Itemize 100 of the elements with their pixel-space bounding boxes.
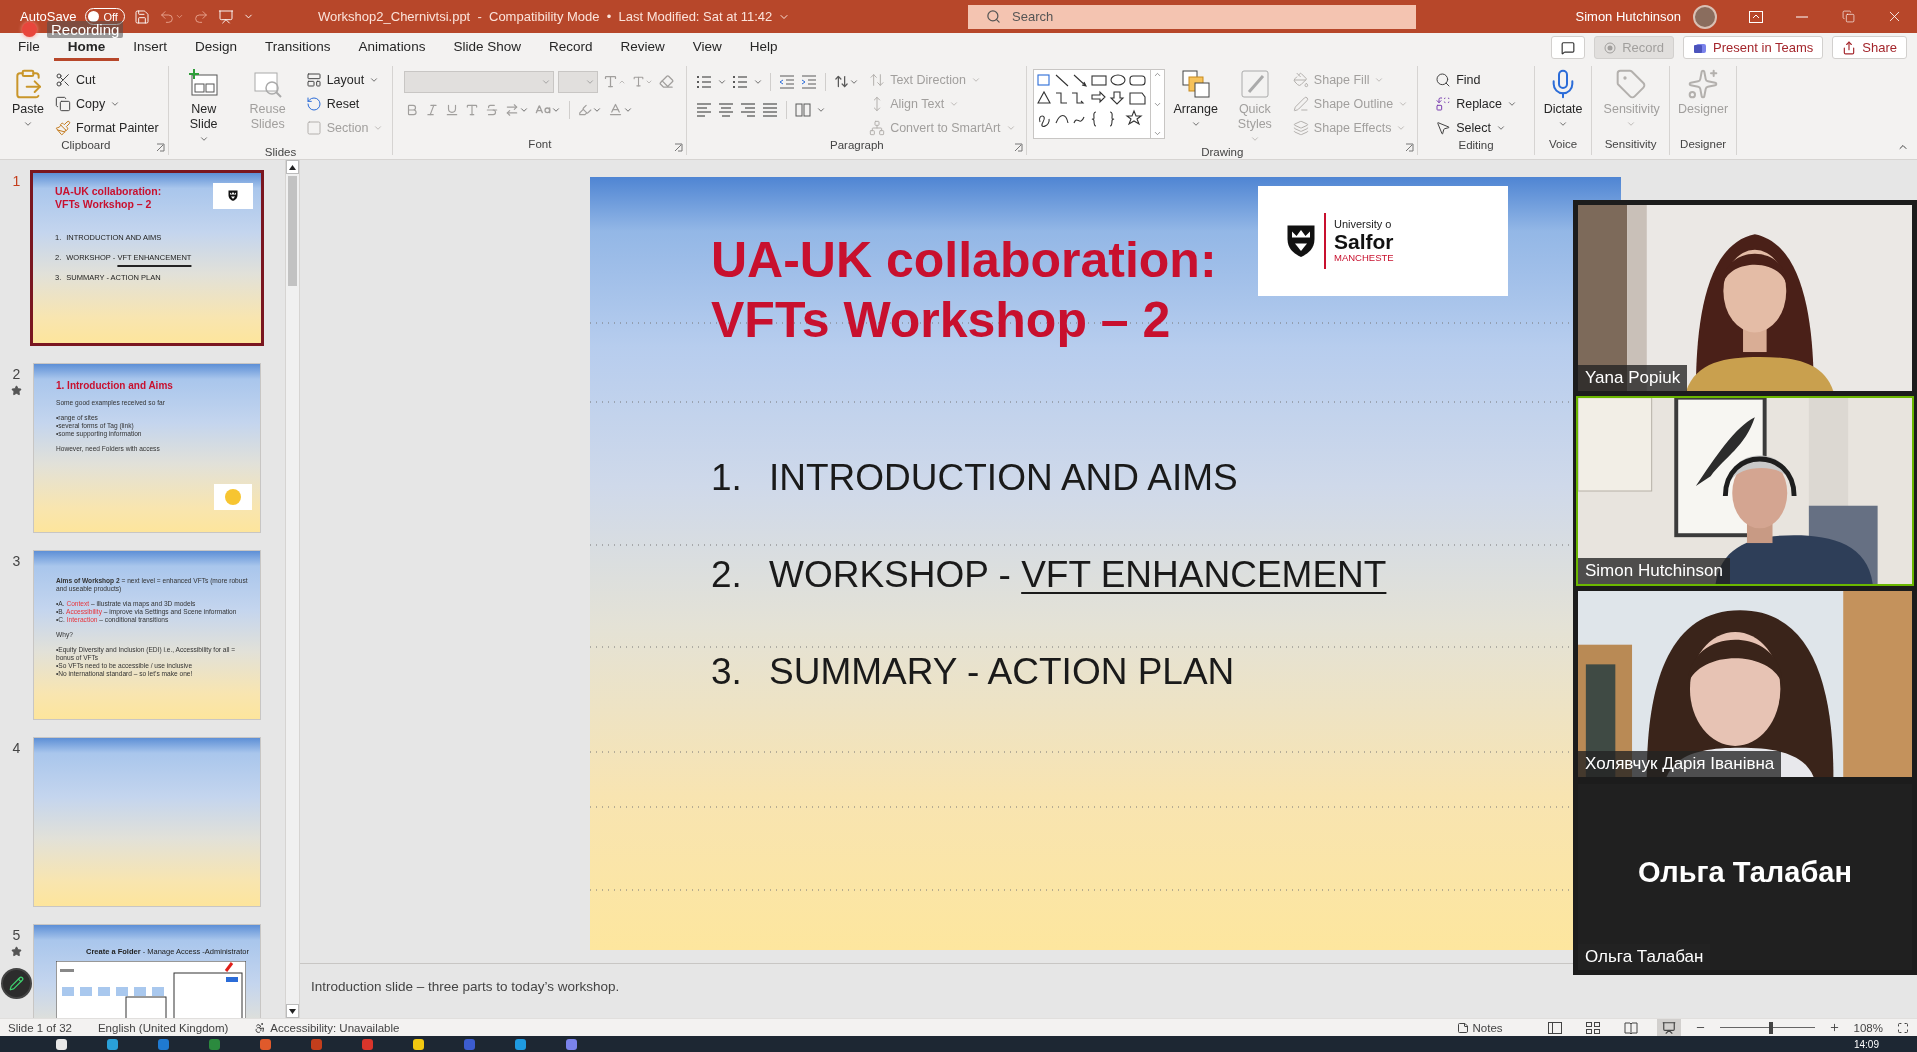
underline-icon — [445, 102, 460, 117]
ribbon-tab[interactable]: Help — [735, 34, 792, 61]
pen-button[interactable] — [1, 968, 32, 999]
dialog-launcher-icon[interactable] — [1405, 143, 1415, 152]
save-icon — [133, 8, 150, 25]
ribbon-button[interactable]: Copy — [52, 92, 162, 115]
scroll-thumb[interactable] — [288, 176, 297, 286]
ribbon-button[interactable]: Cut — [52, 68, 162, 91]
ribbon-button[interactable]: Paste — [10, 66, 46, 131]
scroll-up-button[interactable] — [286, 160, 299, 174]
zoom-in-icon[interactable] — [1828, 1022, 1840, 1033]
justify-icon[interactable] — [761, 100, 780, 119]
quick-styles-icon — [1238, 68, 1271, 100]
crest-icon — [228, 190, 238, 202]
share-icon — [1842, 40, 1857, 55]
ribbon-button[interactable]: Dictate — [1541, 66, 1585, 131]
dialog-launcher-icon[interactable] — [674, 143, 684, 152]
save-button[interactable] — [133, 8, 150, 25]
app-icon[interactable] — [107, 1038, 118, 1050]
ribbon-tab[interactable]: Review — [606, 34, 679, 61]
group-label: Designer — [1680, 138, 1727, 152]
ribbon-button[interactable]: Replace — [1432, 92, 1521, 115]
slide-thumbnail[interactable] — [33, 737, 261, 907]
ribbon-display-icon — [1749, 10, 1763, 23]
align-left-icon[interactable] — [695, 100, 714, 119]
ribbon-button[interactable]: Layout — [302, 68, 387, 91]
text-direction-icon — [869, 71, 886, 88]
more-shapes-icon[interactable] — [1153, 129, 1163, 138]
redo-button[interactable] — [192, 8, 209, 25]
document-title[interactable]: Workshop2_Chernivtsi.ppt - Compatibility Mode • Last Modified: Sat at 11:42 — [318, 9, 968, 24]
scissors-icon — [55, 71, 71, 88]
undo-button[interactable] — [158, 8, 184, 25]
search-icon — [986, 8, 1001, 24]
caret-icon — [1558, 119, 1569, 129]
align-center-icon[interactable] — [717, 100, 736, 119]
scroll-up-icon[interactable] — [1153, 70, 1163, 79]
caret-icon — [1190, 119, 1201, 129]
search-icon — [1435, 71, 1452, 88]
smartart-icon — [869, 119, 886, 136]
crest-icon — [1286, 223, 1316, 259]
ribbon-tab[interactable]: Slide Show — [439, 34, 535, 61]
user-avatar[interactable] — [1693, 4, 1717, 29]
columns-icon[interactable] — [794, 100, 813, 119]
dialog-launcher-icon[interactable] — [155, 143, 165, 152]
group-label: Editing — [1458, 139, 1494, 153]
align-right-icon[interactable] — [739, 100, 758, 119]
search-field[interactable]: Search — [968, 4, 1416, 29]
ribbon-tab[interactable]: Record — [534, 34, 607, 61]
ribbon-tab[interactable]: Animations — [344, 34, 440, 61]
app-icon[interactable] — [56, 1038, 67, 1050]
scroll-down-button[interactable] — [286, 1004, 299, 1018]
layout-icon — [305, 71, 322, 88]
app-icon[interactable] — [413, 1038, 424, 1050]
ribbon-tab[interactable]: Transitions — [251, 34, 345, 61]
reset-icon — [305, 95, 322, 112]
caret-icon — [1249, 134, 1260, 144]
group-label: Paragraph — [830, 139, 884, 153]
ribbon-button[interactable]: Select — [1432, 116, 1521, 139]
ribbon-button[interactable]: New Slide — [174, 66, 233, 146]
presentation-icon — [217, 8, 234, 25]
agenda-item: 2. WORKSHOP - VFT ENHANCEMENT — [711, 554, 1387, 596]
accessibility-status[interactable]: Accessibility: Unavailable — [254, 1021, 400, 1034]
undo-icon — [158, 8, 175, 25]
dialog-launcher-icon[interactable] — [1014, 143, 1024, 152]
highlighter-icon — [578, 102, 593, 117]
ribbon-button[interactable]: Arrange — [1171, 66, 1220, 131]
caret-icon — [1625, 119, 1636, 129]
share-button[interactable]: Share — [1832, 36, 1907, 59]
ribbon-button[interactable]: Format Painter — [52, 116, 162, 139]
slide-thumbnail[interactable] — [33, 550, 261, 720]
ribbon-tab[interactable]: Design — [181, 34, 252, 61]
emoji-icon — [224, 488, 242, 506]
zoom-thumb[interactable] — [1768, 1021, 1773, 1034]
present-in-teams-button[interactable]: Present in Teams — [1683, 36, 1824, 59]
ribbon-button[interactable]: Find — [1432, 68, 1521, 91]
agenda-item: 3. SUMMARY - ACTION PLAN — [711, 651, 1235, 693]
slide-number: 5 — [12, 927, 21, 943]
increase-indent-icon[interactable] — [800, 72, 819, 91]
book-icon — [1623, 1021, 1638, 1034]
layers-icon — [1292, 119, 1309, 136]
group-label: Sensitivity — [1604, 138, 1657, 152]
caret-icon — [198, 134, 209, 144]
eraser-icon — [659, 74, 675, 89]
clear-formatting-button[interactable] — [658, 73, 676, 90]
participant-name: Simon Hutchinson — [1578, 558, 1730, 584]
font-size-field[interactable] — [558, 70, 599, 93]
present-button[interactable] — [217, 8, 234, 25]
zoom-reading[interactable]: 108% — [1853, 1021, 1883, 1034]
participant-name: Yana Popiuk — [1578, 365, 1688, 391]
ribbon-button[interactable]: Reset — [302, 92, 387, 115]
ribbon-tab[interactable]: View — [678, 34, 736, 61]
accessibility-icon — [254, 1021, 267, 1034]
view-button[interactable] — [1656, 1019, 1681, 1036]
decrease-indent-icon[interactable] — [778, 72, 797, 91]
spacing-icon — [505, 102, 520, 117]
slide-number: 3 — [12, 553, 21, 569]
fit-to-window-icon[interactable] — [1897, 1021, 1909, 1034]
comments-button[interactable] — [1551, 36, 1586, 59]
caret-icon — [174, 12, 184, 21]
notes-button[interactable]: Notes — [1456, 1021, 1503, 1034]
